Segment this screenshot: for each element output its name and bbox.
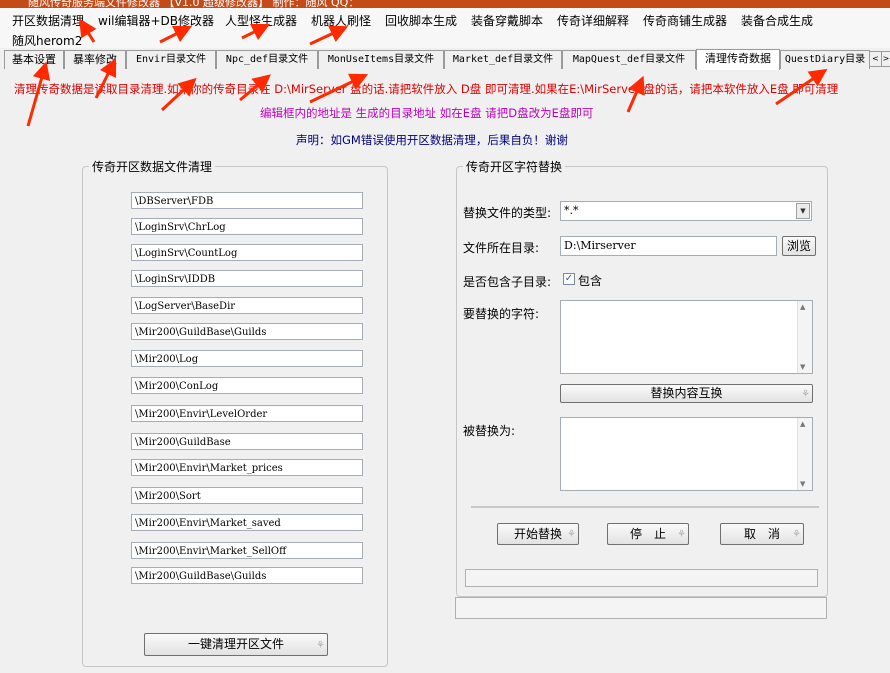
stop-label: 停 止	[629, 527, 666, 541]
file-type-label: 替换文件的类型:	[463, 206, 552, 220]
button-ornament-icon: ⚘	[792, 529, 801, 540]
menu-item-details[interactable]: 传奇详细解释	[557, 12, 629, 29]
start-replace-button[interactable]: 开始替换 ⚘	[497, 523, 579, 545]
find-text-scrollbar[interactable]: ▲ ▼	[797, 301, 812, 373]
button-ornament-icon: ⚘	[567, 529, 576, 540]
replace-with-label: 被替换为:	[463, 424, 516, 438]
file-type-select[interactable]: *.* ▼	[560, 201, 812, 221]
tab-scroll-right-icon[interactable]: >	[881, 51, 890, 67]
replace-groupbox: 传奇开区字符替换 替换文件的类型: *.* ▼ 文件所在目录: D:\Mirse…	[456, 158, 828, 597]
cleanup-path-field[interactable]: \Mir200\Sort	[131, 487, 363, 504]
one-click-cleanup-label: 一键清理开区文件	[187, 637, 284, 651]
cancel-label: 取 消	[743, 527, 780, 541]
tab-market-def[interactable]: Market_def目录文件	[444, 50, 562, 69]
tab-monuseitems[interactable]: MonUseItems目录文件	[318, 50, 444, 69]
swap-content-label: 替换内容互换	[650, 386, 723, 400]
separator	[471, 506, 819, 508]
file-type-value: *.*	[564, 204, 579, 217]
replace-with-memo[interactable]: ▲ ▼	[560, 417, 813, 491]
stop-button[interactable]: 停 止 ⚘	[607, 523, 689, 545]
window-titlebar: 随风传奇服务端文件修改器 【V1.0 超级修改器】 制作：随风 QQ：	[0, 0, 890, 8]
include-subdirectories-label[interactable]: 包含	[578, 272, 602, 289]
cleanup-groupbox: 传奇开区数据文件清理 \DBServer\FDB \LoginSrv\ChrLo…	[82, 158, 388, 667]
cancel-button[interactable]: 取 消 ⚘	[720, 523, 804, 545]
cleanup-path-field[interactable]: \Mir200\Log	[131, 350, 363, 367]
cleanup-path-field[interactable]: \Mir200\Envir\LevelOrder	[131, 405, 363, 422]
menu-item-recycle-script[interactable]: 回收脚本生成	[385, 12, 457, 29]
tab-mapquest-def[interactable]: MapQuest_def目录文件	[562, 50, 696, 69]
tab-panel-clean-data: 清理传奇数据是读取目录清理.如果你的传奇目录在 D:\MirServer 盘的话…	[4, 70, 886, 673]
cleanup-path-field[interactable]: \Mir200\ConLog	[131, 377, 363, 394]
tab-envir[interactable]: Envir目录文件	[126, 50, 216, 69]
cleanup-path-field[interactable]: \LoginSrv\IDDB	[131, 270, 363, 287]
start-replace-label: 开始替换	[513, 527, 562, 541]
notice-line-1: 清理传奇数据是读取目录清理.如果你的传奇目录在 D:\MirServer 盘的话…	[14, 82, 839, 96]
include-subdirectories-checkbox[interactable]: ✓	[563, 273, 575, 285]
button-ornament-icon: ⚘	[801, 389, 810, 400]
cleanup-path-field[interactable]: \Mir200\Envir\Market_SellOff	[131, 542, 363, 559]
directory-label: 文件所在目录:	[463, 241, 540, 255]
cleanup-path-field[interactable]: \LogServer\BaseDir	[131, 297, 363, 314]
cleanup-path-field[interactable]: \LoginSrv\CountLog	[131, 244, 363, 261]
scroll-up-icon[interactable]: ▲	[800, 303, 805, 311]
scroll-up-icon[interactable]: ▲	[800, 420, 805, 428]
find-text-label: 要替换的字符:	[463, 307, 540, 321]
replace-legend: 传奇开区字符替换	[466, 160, 563, 174]
tab-strip: 基本设置 暴率修改 Envir目录文件 Npc_def目录文件 MonUseIt…	[0, 49, 890, 70]
cleanup-legend: 传奇开区数据文件清理	[92, 160, 213, 174]
menu-item-equip-combine[interactable]: 装备合成生成	[741, 12, 813, 29]
browse-button[interactable]: 浏览	[782, 236, 816, 256]
swap-content-button[interactable]: 替换内容互换 ⚘	[560, 384, 813, 403]
menu-item-robot-spawn[interactable]: 机器人刷怪	[311, 12, 371, 29]
tab-drop-rate[interactable]: 暴率修改	[64, 50, 126, 69]
tab-npc-def[interactable]: Npc_def目录文件	[216, 50, 318, 69]
subdirectory-label: 是否包含子目录:	[463, 275, 552, 289]
directory-input[interactable]: D:\Mirserver	[560, 236, 777, 256]
cleanup-path-field[interactable]: \LoginSrv\ChrLog	[131, 218, 363, 235]
cleanup-path-field[interactable]: \Mir200\Envir\Market_saved	[131, 514, 363, 531]
menu-bar: 开区数据清理 wil编辑器+DB修改器 人型怪生成器 机器人刷怪 回收脚本生成 …	[0, 8, 890, 48]
notice-line-3: 声明：如GM错误使用开区数据清理，后果自负！谢谢	[296, 133, 568, 147]
replace-with-scrollbar[interactable]: ▲ ▼	[797, 418, 812, 490]
window-title: 随风传奇服务端文件修改器 【V1.0 超级修改器】 制作：随风 QQ：	[28, 0, 360, 8]
menu-item-wil-editor[interactable]: wil编辑器+DB修改器	[98, 12, 214, 29]
scroll-down-icon[interactable]: ▼	[800, 480, 805, 488]
tab-clean-data[interactable]: 清理传奇数据	[696, 49, 780, 70]
menu-item-humanoid-monster[interactable]: 人型怪生成器	[225, 12, 297, 29]
menu-item-herom2[interactable]: 随风herom2	[12, 32, 82, 49]
one-click-cleanup-button[interactable]: 一键清理开区文件 ⚘	[144, 633, 328, 656]
cleanup-path-field[interactable]: \DBServer\FDB	[131, 192, 363, 209]
find-text-memo[interactable]: ▲ ▼	[560, 300, 813, 374]
menu-item-data-cleanup[interactable]: 开区数据清理	[12, 12, 84, 29]
tab-basic-settings[interactable]: 基本设置	[4, 50, 64, 69]
cleanup-path-field[interactable]: \Mir200\Envir\Market_prices	[131, 459, 363, 476]
progress-bar	[465, 569, 818, 587]
status-panel	[455, 597, 827, 619]
dropdown-arrow-icon[interactable]: ▼	[796, 203, 810, 219]
scroll-down-icon[interactable]: ▼	[800, 363, 805, 371]
menu-item-shop-generator[interactable]: 传奇商铺生成器	[643, 12, 727, 29]
button-ornament-icon: ⚘	[677, 529, 686, 540]
cleanup-path-field[interactable]: \Mir200\GuildBase	[131, 433, 363, 450]
cleanup-path-field[interactable]: \Mir200\GuildBase\Guilds	[131, 323, 363, 340]
button-ornament-icon: ⚘	[316, 640, 325, 651]
cleanup-path-field[interactable]: \Mir200\GuildBase\Guilds	[131, 567, 363, 584]
notice-line-2: 编辑框内的地址是 生成的目录地址 如在E盘 请把D盘改为E盘即可	[260, 106, 594, 120]
menu-item-equip-script[interactable]: 装备穿戴脚本	[471, 12, 543, 29]
tab-questdiary[interactable]: QuestDiary目录	[780, 50, 870, 69]
